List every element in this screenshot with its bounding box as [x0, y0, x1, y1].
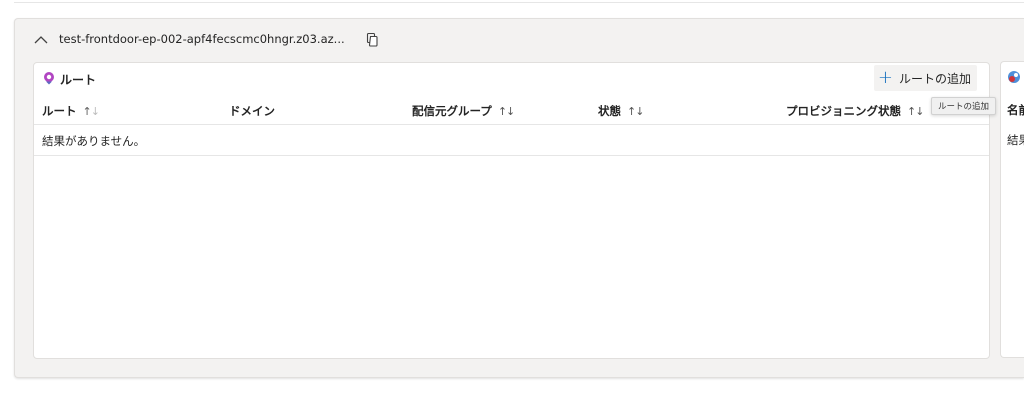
empty-message: 結果: [1007, 133, 1024, 147]
column-label: ドメイン: [229, 104, 275, 118]
origin-empty-row: 結果: [1007, 125, 1024, 155]
column-header-provisioning-state[interactable]: プロビジョニング状態 ↑↓: [786, 97, 924, 125]
endpoint-name: test-frontdoor-ep-002-apf4fecscmc0hngr.z…: [59, 32, 345, 46]
add-route-tooltip: ルートの追加: [931, 97, 997, 115]
sort-up-icon: ↑: [497, 104, 507, 118]
column-label: 状態: [598, 104, 621, 118]
sort-up-icon: ↑: [627, 104, 636, 118]
sort-down-icon: ↓: [506, 104, 515, 118]
sort-up-icon: ↑: [82, 104, 92, 118]
column-label: プロビジョニング状態: [786, 104, 901, 118]
empty-results-row: 結果がありません。: [34, 126, 989, 156]
origin-groups-panel: 名前 結果: [1000, 61, 1024, 358]
route-icon: [42, 71, 56, 88]
routes-panel: ルート + ルートの追加 ルート ↑↓ ドメイン 配信元グループ ↑↓ 状態 ↑…: [33, 62, 990, 359]
top-divider: [14, 0, 1024, 3]
chevron-up-icon[interactable]: [33, 31, 49, 47]
add-route-label: ルートの追加: [898, 71, 971, 86]
sort-up-icon: ↑: [907, 104, 916, 118]
endpoint-card: test-frontdoor-ep-002-apf4fecscmc0hngr.z…: [14, 18, 1024, 378]
add-route-button[interactable]: + ルートの追加: [873, 65, 977, 91]
copy-icon[interactable]: [365, 31, 381, 47]
column-label: 配信元グループ: [412, 104, 492, 118]
origin-column-header-name[interactable]: 名前: [1007, 96, 1024, 124]
sort-down-icon: ↓: [635, 104, 644, 118]
column-header-route[interactable]: ルート ↑↓: [42, 97, 100, 125]
column-label: 名前: [1007, 103, 1024, 117]
sort-icon[interactable]: ↑↓: [82, 104, 100, 118]
empty-message: 結果がありません。: [42, 133, 146, 148]
plus-icon: +: [877, 67, 893, 88]
table-header: ルート ↑↓ ドメイン 配信元グループ ↑↓ 状態 ↑↓ プロビジョニング状態 …: [34, 97, 989, 125]
tooltip-text: ルートの追加: [938, 102, 990, 112]
endpoint-header: test-frontdoor-ep-002-apf4fecscmc0hngr.z…: [33, 29, 381, 49]
routes-title-text: ルート: [60, 73, 97, 87]
sort-icon[interactable]: ↑↓: [497, 104, 515, 118]
column-label: ルート: [42, 104, 77, 118]
routes-panel-title: ルート: [42, 71, 96, 88]
sort-down-icon: ↓: [90, 104, 100, 118]
column-header-origin-group[interactable]: 配信元グループ ↑↓: [412, 97, 515, 125]
sort-icon[interactable]: ↑↓: [627, 104, 644, 118]
column-header-domain[interactable]: ドメイン: [229, 97, 275, 125]
sort-icon[interactable]: ↑↓: [907, 104, 924, 118]
origin-group-icon: [1007, 69, 1021, 88]
sort-down-icon: ↓: [915, 104, 924, 118]
column-header-status[interactable]: 状態 ↑↓: [598, 97, 644, 125]
